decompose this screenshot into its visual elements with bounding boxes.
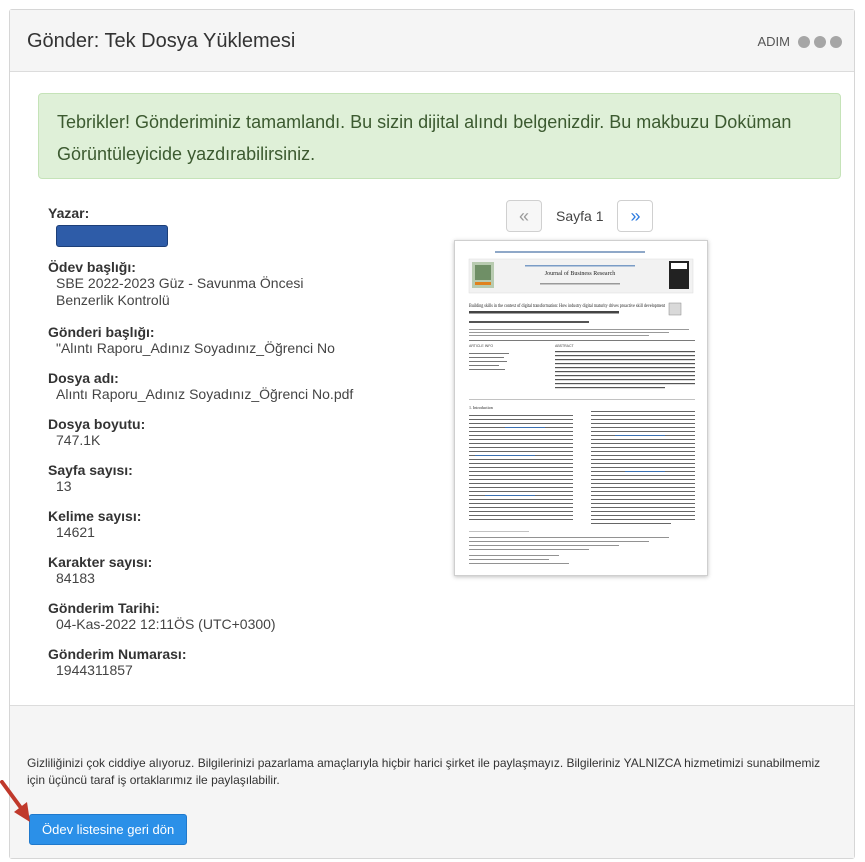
previous-page-button[interactable]: « xyxy=(506,200,542,232)
char-count-section: Karakter sayısı: 84183 xyxy=(48,554,152,587)
file-size-value: 747.1K xyxy=(56,432,101,448)
preview-abstract-label: ABSTRACT xyxy=(555,344,575,348)
step-dot-2 xyxy=(814,35,826,48)
step-indicator: ADIM xyxy=(757,34,842,49)
assignment-title-label: Ödev başlığı: xyxy=(48,259,136,275)
assignment-title-section: Ödev başlığı: SBE 2022-2023 Güz - Savunm… xyxy=(48,259,356,309)
success-alert: Tebrikler! Gönderiminiz tamamlandı. Bu s… xyxy=(38,93,841,179)
word-count-value: 14621 xyxy=(56,524,95,540)
submission-date-label: Gönderim Tarihi: xyxy=(48,600,160,616)
submission-title-label: Gönderi başlığı: xyxy=(48,324,155,340)
submission-date-section: Gönderim Tarihi: 04-Kas-2022 12:11ÖS (UT… xyxy=(48,600,276,633)
file-size-label: Dosya boyutu: xyxy=(48,416,146,432)
preview-paper-title: Building skills in the context of digita… xyxy=(469,304,665,309)
submission-panel: Gönder: Tek Dosya Yüklemesi ADIM Tebrikl… xyxy=(9,9,855,859)
page-count-value: 13 xyxy=(56,478,72,494)
redacted-author-name xyxy=(56,225,168,247)
panel-header: Gönder: Tek Dosya Yüklemesi ADIM xyxy=(10,10,854,72)
next-page-button[interactable]: » xyxy=(617,200,654,232)
author-section: Yazar: xyxy=(48,205,168,247)
document-preview[interactable]: Journal of Business Research Building sk… xyxy=(454,240,708,576)
assignment-title-value: SBE 2022-2023 Güz - Savunma Öncesi Benze… xyxy=(56,275,304,308)
char-count-value: 84183 xyxy=(56,570,95,586)
document-preview-image: Journal of Business Research Building sk… xyxy=(455,241,707,575)
back-to-assignments-button[interactable]: Ödev listesine geri dön xyxy=(29,814,188,845)
submission-title-section: Gönderi başlığı: "Alıntı Raporu_Adınız S… xyxy=(48,324,335,357)
file-name-value: Alıntı Raporu_Adınız Soyadınız_Öğrenci N… xyxy=(56,386,354,402)
submission-date-value: 04-Kas-2022 12:11ÖS (UTC+0300) xyxy=(56,616,276,632)
submission-id-section: Gönderim Numarası: 1944311857 xyxy=(48,646,186,679)
page-label: Sayfa 1 xyxy=(556,208,604,224)
word-count-section: Kelime sayısı: 14621 xyxy=(48,508,141,541)
submission-id-label: Gönderim Numarası: xyxy=(48,646,187,662)
preview-journal-name: Journal of Business Research xyxy=(545,270,616,277)
file-name-section: Dosya adı: Alıntı Raporu_Adınız Soyadını… xyxy=(48,370,353,403)
author-label: Yazar: xyxy=(48,205,90,221)
page-title: Gönder: Tek Dosya Yüklemesi xyxy=(27,30,296,52)
page-count-section: Sayfa sayısı: 13 xyxy=(48,462,133,495)
submission-title-value: "Alıntı Raporu_Adınız Soyadınız_Öğrenci … xyxy=(56,340,335,356)
word-count-label: Kelime sayısı: xyxy=(48,508,142,524)
char-count-label: Karakter sayısı: xyxy=(48,554,153,570)
footer: Gizliliğinizi çok ciddiye alıyoruz. Bilg… xyxy=(10,705,854,858)
preview-intro-heading: 1. Introduction xyxy=(469,405,493,410)
privacy-notice: Gizliliğinizi çok ciddiye alıyoruz. Bilg… xyxy=(27,756,821,787)
page-navigator: « Sayfa 1 » xyxy=(506,200,654,232)
annotation-arrow-icon xyxy=(0,780,30,822)
preview-article-info-label: ARTICLE INFO xyxy=(469,344,493,348)
file-size-section: Dosya boyutu: 747.1K xyxy=(48,416,145,449)
submission-id-value: 1944311857 xyxy=(56,662,133,678)
step-dot-1 xyxy=(798,35,810,48)
page-count-label: Sayfa sayısı: xyxy=(48,462,133,478)
steps-label: ADIM xyxy=(757,34,791,49)
step-dot-3 xyxy=(830,35,842,48)
file-name-label: Dosya adı: xyxy=(48,370,119,386)
